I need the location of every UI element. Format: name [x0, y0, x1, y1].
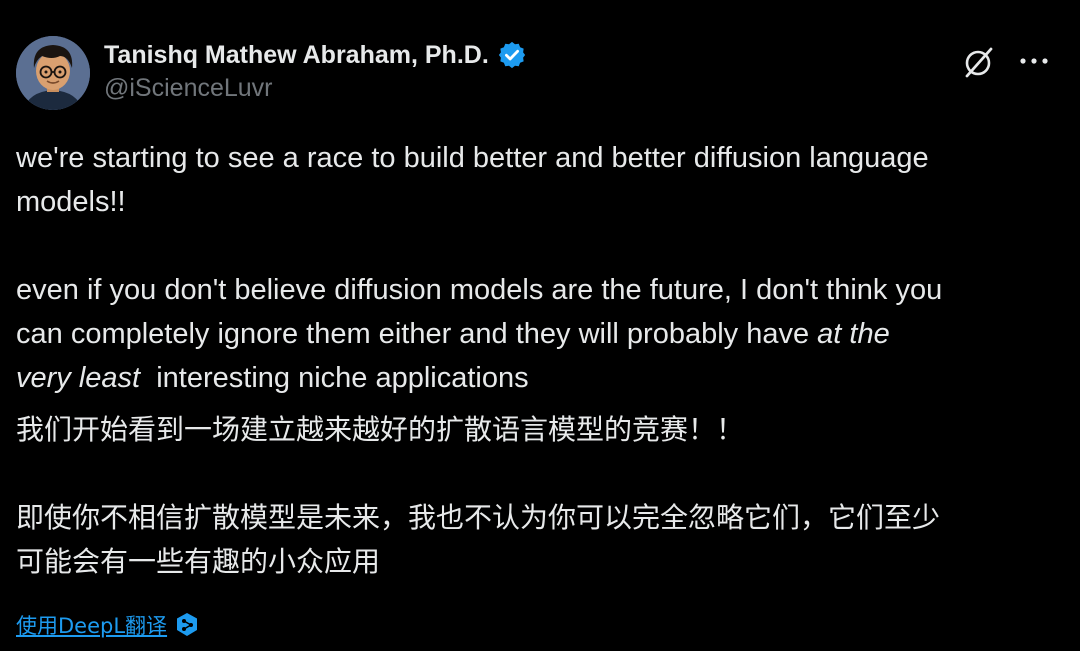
translation-block: 我们开始看到一场建立越来越好的扩散语言模型的竞赛！！ 即使你不相信扩散模型是未来…	[16, 408, 1068, 584]
tweet-line: can completely ignore them either and th…	[16, 312, 1068, 356]
tweet-line: very least interesting niche application…	[16, 356, 1068, 400]
verified-badge-icon	[497, 40, 527, 70]
translation-line: 可能会有一些有趣的小众应用	[16, 545, 381, 578]
author-display-name[interactable]: Tanishq Mathew Abraham, Ph.D.	[104, 41, 489, 70]
tweet-italic-span: at the	[817, 318, 890, 350]
tweet-line: we're starting to see a race to build be…	[16, 142, 929, 174]
tweet-text-span: can completely ignore them either and th…	[16, 318, 818, 350]
translation-line: 即使你不相信扩散模型是未来，我也不认为你可以完全忽略它们，它们至少	[16, 501, 941, 534]
deepl-icon[interactable]	[175, 612, 199, 638]
translation-line: 我们开始看到一场建立越来越好的扩散语言模型的竞赛！！	[16, 413, 745, 446]
author-handle[interactable]: @iScienceLuvr	[104, 74, 273, 103]
avatar[interactable]	[16, 36, 90, 110]
translate-deepl-link[interactable]: 使用DeepL翻译	[16, 610, 167, 640]
tweet-text: we're starting to see a race to build be…	[16, 136, 1068, 584]
avatar-image	[16, 36, 90, 110]
tweet-italic-span: very least	[16, 362, 141, 394]
translate-row: 使用DeepL翻译	[16, 610, 199, 640]
more-options-icon[interactable]	[1014, 46, 1054, 76]
tweet-text-span: interesting niche applications	[140, 362, 529, 394]
grok-icon[interactable]	[960, 44, 996, 80]
author-name-row: Tanishq Mathew Abraham, Ph.D.	[104, 38, 527, 72]
tweet-line: even if you don't believe diffusion mode…	[16, 274, 943, 306]
tweet-line: models!!	[16, 186, 126, 218]
